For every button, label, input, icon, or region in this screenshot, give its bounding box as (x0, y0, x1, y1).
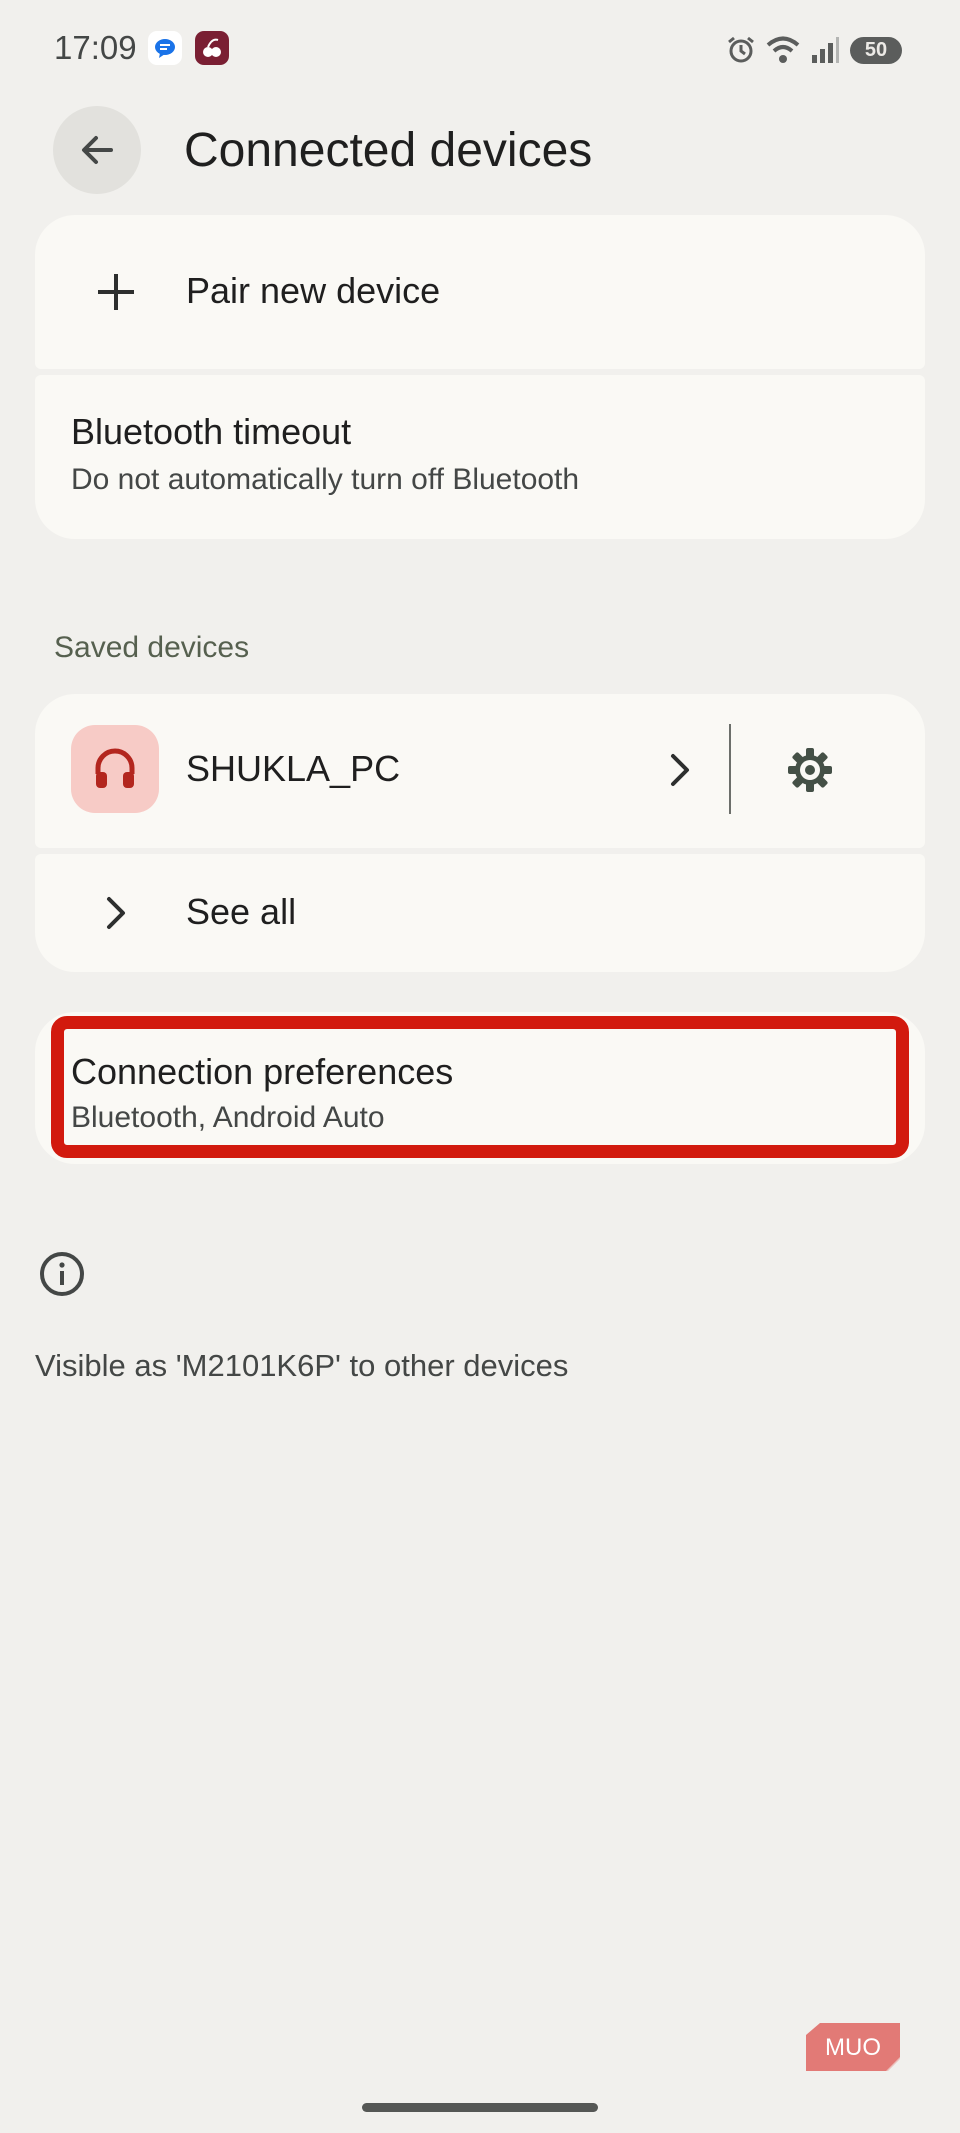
device-details-chevron-icon[interactable] (665, 750, 695, 790)
chevron-right-icon (107, 897, 125, 929)
back-button[interactable] (53, 106, 141, 194)
device-icon (71, 725, 159, 813)
app-icon (195, 31, 229, 65)
bluetooth-timeout-row[interactable]: Bluetooth timeout Do not automatically t… (35, 375, 925, 539)
info-icon (40, 1252, 84, 1296)
gesture-navigation-bar[interactable] (362, 2103, 598, 2112)
connection-preferences-subtitle: Bluetooth, Android Auto (71, 1101, 385, 1134)
pair-new-device-label: Pair new device (186, 270, 441, 311)
bluetooth-timeout-subtitle: Do not automatically turn off Bluetooth (71, 463, 580, 496)
wifi-icon (766, 36, 800, 63)
arrow-back-icon (82, 136, 113, 164)
muo-watermark-logo: MUO (806, 2023, 900, 2071)
bluetooth-timeout-title: Bluetooth timeout (71, 411, 352, 452)
pair-new-device-row[interactable]: Pair new device (35, 215, 925, 369)
status-time: 17:09 (54, 29, 137, 66)
divider (729, 724, 731, 814)
alarm-icon (728, 36, 754, 63)
see-all-row[interactable]: See all (35, 854, 925, 972)
connection-preferences-title: Connection preferences (71, 1051, 454, 1092)
headphones-icon (95, 748, 135, 788)
gear-icon[interactable] (786, 746, 834, 794)
status-icons: 50 (726, 30, 902, 70)
plus-icon (98, 274, 134, 310)
device-name: SHUKLA_PC (186, 748, 401, 789)
saved-devices-header: Saved devices (54, 631, 250, 664)
battery-icon: 50 (850, 36, 902, 64)
connection-preferences-row[interactable]: Connection preferences Bluetooth, Androi… (51, 1016, 909, 1158)
see-all-label: See all (186, 891, 297, 932)
messages-icon (148, 31, 182, 65)
page-title: Connected devices (184, 124, 593, 177)
watermark-text: MUO (825, 2034, 881, 2061)
visible-as-text: Visible as 'M2101K6P' to other devices (35, 1348, 569, 1383)
signal-icon (812, 37, 839, 63)
